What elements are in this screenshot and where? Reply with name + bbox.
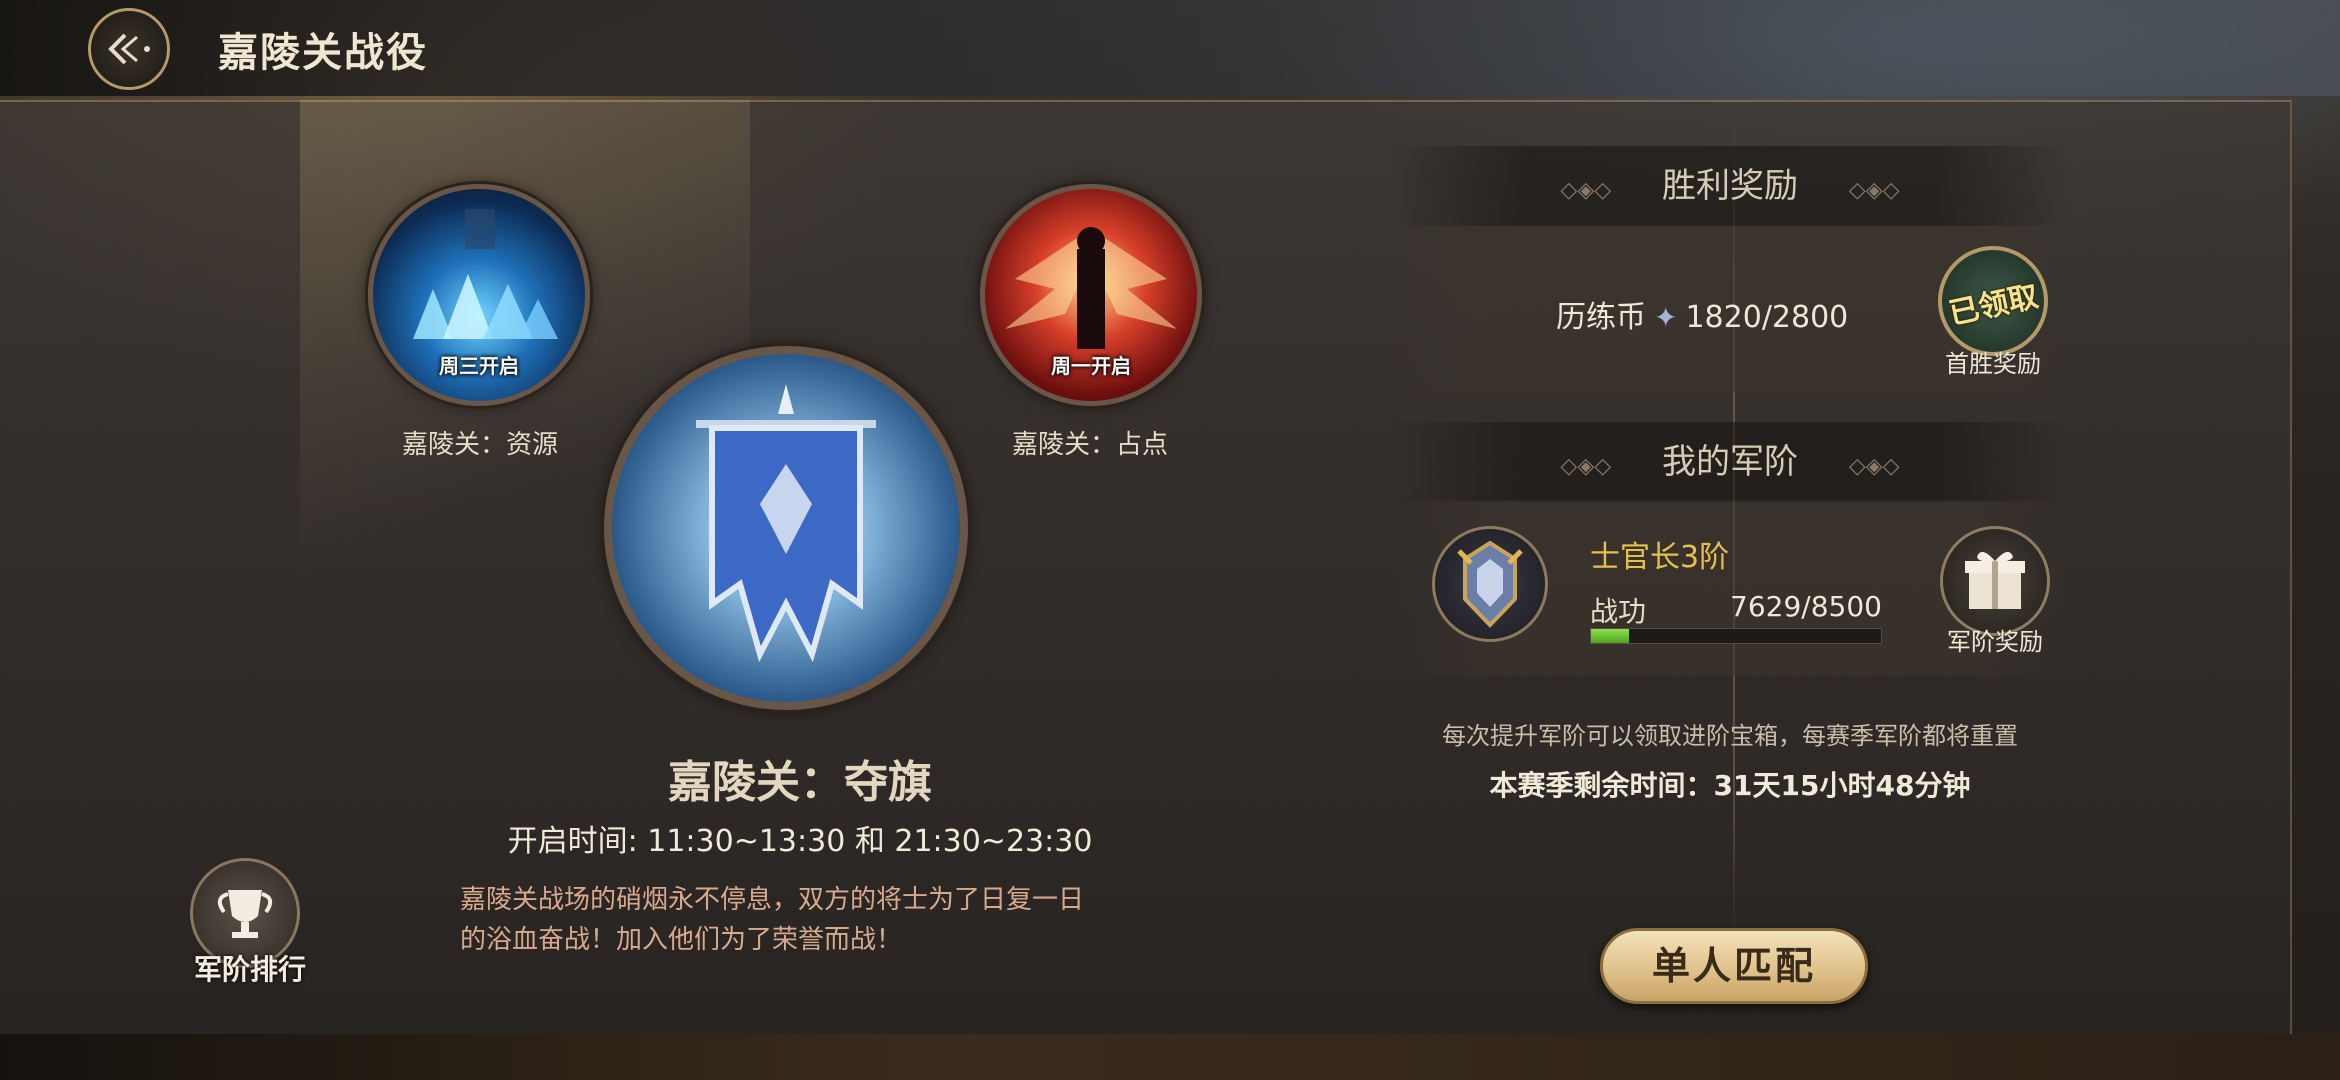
mode-capture[interactable]: 周一开启 (980, 184, 1202, 406)
my-rank-header: ◇◈◇ 我的军阶 ◇◈◇ (1390, 422, 2070, 502)
ornament-icon: ◇◈◇ (1848, 454, 1900, 479)
rank-info-note: 每次提升军阶可以领取进阶宝箱，每赛季军阶都将重置 (1442, 722, 2018, 750)
ornament-icon: ◇◈◇ (1560, 454, 1612, 479)
single-match-button[interactable]: 单人匹配 (1600, 928, 1868, 1004)
gift-icon (1965, 551, 2025, 609)
victory-reward-header: ◇◈◇ 胜利奖励 ◇◈◇ (1390, 146, 2070, 226)
merit-progress-fill (1591, 629, 1629, 643)
page-title: 嘉陵关战役 (218, 29, 428, 76)
back-arrow-icon (108, 33, 150, 65)
mode-flag[interactable] (604, 346, 968, 710)
main-mode-title: 嘉陵关：夺旗 (668, 757, 932, 808)
mode-resource-caption: 嘉陵关：资源 (401, 430, 558, 460)
victory-reward-title: 胜利奖励 (1662, 166, 1798, 206)
mode-resource-badge: 周三开启 (439, 354, 519, 378)
merit-progress-bar (1590, 628, 1882, 644)
trophy-icon (217, 890, 273, 938)
merit-label: 战功 (1590, 595, 1647, 628)
my-rank-title: 我的军阶 (1662, 442, 1798, 482)
season-remaining: 本赛季剩余时间：31天15小时48分钟 (1489, 769, 1971, 802)
currency-label: 历练币 (1556, 300, 1646, 335)
mode-resource[interactable]: 周三开启 (368, 184, 590, 406)
mode-capture-badge: 周一开启 (1051, 354, 1131, 378)
rank-name: 士官长3阶 (1590, 540, 1730, 575)
merit-value: 7629/8500 (1730, 590, 1882, 623)
rank-emblem (1432, 526, 1548, 642)
open-time: 开启时间: 11:30~13:30 和 21:30~23:30 (507, 824, 1093, 859)
rank-ranking-label: 军阶排行 (193, 953, 306, 986)
ornament-icon: ◇◈◇ (1560, 178, 1612, 203)
rank-reward-label: 军阶奖励 (1947, 628, 2043, 656)
back-button[interactable] (88, 8, 170, 90)
bottom-strip (0, 1034, 2340, 1080)
currency-row: 历练币 ✦ 1820/2800 (1556, 292, 1848, 336)
currency-value: 1820/2800 (1685, 300, 1849, 335)
training-coin-icon: ✦ (1654, 301, 1678, 334)
mode-capture-caption: 嘉陵关：占点 (1011, 430, 1168, 460)
rank-reward-button[interactable] (1940, 526, 2050, 636)
ornament-icon: ◇◈◇ (1848, 178, 1900, 203)
first-win-label: 首胜奖励 (1945, 350, 2041, 378)
mode-description: 嘉陵关战场的硝烟永不停息，双方的将士为了日复一日的浴血奋战！加入他们为了荣誉而战… (460, 885, 1085, 955)
flag-banner-icon (696, 384, 876, 663)
rank-insignia-icon (1457, 540, 1523, 628)
